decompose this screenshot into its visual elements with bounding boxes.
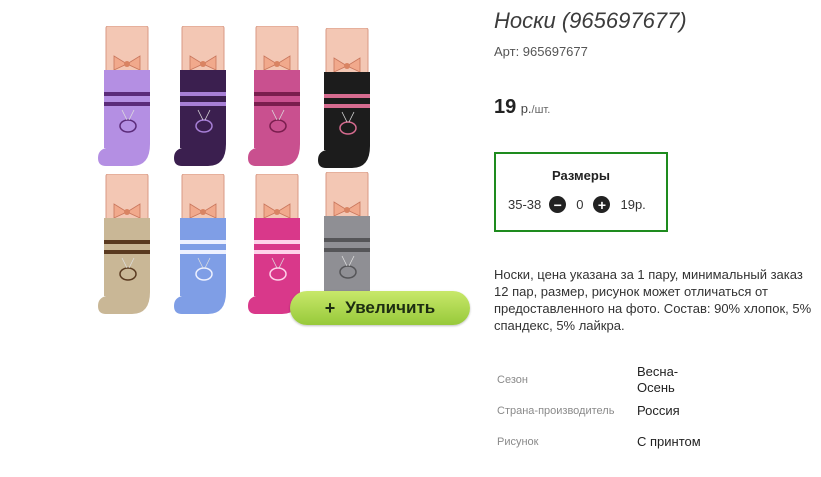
sock-item [96, 26, 158, 176]
property-row: Рисунок С принтом [494, 424, 707, 460]
size-row: 35-38 − 0 + 19р. [508, 196, 646, 213]
price-currency: р. [520, 101, 532, 116]
sock-item [316, 28, 378, 178]
product-description: Носки, цена указана за 1 пару, минимальн… [494, 267, 812, 333]
sock-item [96, 174, 158, 324]
zoom-button[interactable]: + Увеличить [290, 291, 470, 325]
product-title: Носки (965697677) [494, 8, 687, 33]
sock-item [246, 26, 308, 176]
minus-icon[interactable]: − [549, 196, 567, 213]
article-number: Арт: 965697677 [494, 44, 588, 59]
property-value: С принтом [637, 434, 701, 449]
sock-item [172, 26, 234, 176]
property-row: Страна-производитель Россия [494, 398, 707, 424]
quantity-value[interactable]: 0 [576, 197, 583, 212]
sizes-box: Размеры 35-38 − 0 + 19р. [494, 152, 668, 232]
plus-circle-icon[interactable]: + [593, 196, 611, 213]
size-label: 35-38 [508, 197, 542, 212]
property-label: Рисунок [497, 436, 539, 448]
plus-icon: + [324, 297, 336, 318]
property-row: Сезон Весна-Осень [494, 362, 707, 398]
price-unit: /шт. [531, 104, 551, 116]
size-price: 19р. [620, 197, 646, 212]
product-image[interactable] [88, 14, 388, 334]
zoom-button-label: Увеличить [345, 298, 436, 317]
price-value: 19 [494, 96, 517, 118]
property-value: Россия [637, 403, 680, 418]
property-label: Сезон [497, 374, 528, 386]
properties-table: Сезон Весна-Осень Страна-производитель Р… [494, 362, 707, 460]
property-value: Весна-Осень [637, 364, 679, 395]
price: 19 р./шт. [494, 96, 550, 119]
sizes-title: Размеры [552, 168, 610, 183]
sock-item [172, 174, 234, 324]
property-label: Страна-производитель [497, 405, 615, 417]
